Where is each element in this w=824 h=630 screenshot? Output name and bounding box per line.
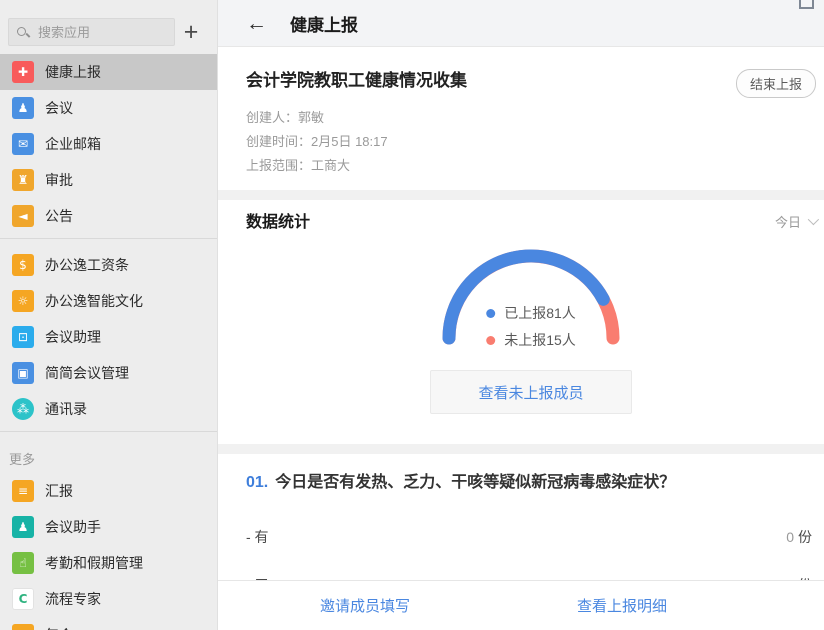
sidebar-item-meeting[interactable]: ♟ 会议 — [0, 90, 217, 126]
banner-icon: ▭ — [12, 624, 34, 630]
money-icon: $ — [12, 254, 34, 276]
stats-section: 数据统计 今日 已上报81人 未上报15人 查看未上报 — [218, 200, 824, 444]
sidebar-item-label: 简简会议管理 — [45, 363, 129, 383]
legend-row: 未上报15人 — [486, 330, 576, 350]
answer-options: - 有 0份 - 无 81份 — [246, 528, 812, 580]
answer-option-row: - 有 0份 — [246, 528, 812, 546]
sidebar-item-corp-mail[interactable]: ✉ 企业邮箱 — [0, 126, 217, 162]
bottom-action-bar: 邀请成员填写 查看上报明细 — [218, 580, 824, 630]
contacts-icon: ⁂ — [12, 398, 34, 420]
sidebar-item-label: 企业邮箱 — [45, 134, 101, 154]
sidebar-item-process-expert[interactable]: C 流程专家 — [0, 581, 217, 617]
sidebar-item-label: 流程专家 — [45, 589, 101, 609]
option-count: 0份 — [786, 528, 812, 546]
chevron-down-icon — [808, 214, 819, 225]
sidebar-item-label: 会议助手 — [45, 517, 101, 537]
main-panel: ← 健康上报 会计学院教职工健康情况收集 结束上报 创建人：郭敏 创建时间：2月… — [218, 0, 824, 630]
question-number: 01. — [246, 474, 268, 491]
sidebar-item-report[interactable]: ≡ 汇报 — [0, 473, 217, 509]
sidebar-search-row: + — [0, 0, 217, 54]
question-title: 01. 今日是否有发热、乏力、干咳等疑似新冠病毒感染症状？ — [246, 472, 812, 494]
legend-row: 已上报81人 — [486, 303, 576, 323]
date-filter-value: 今日 — [775, 212, 801, 234]
view-unreported-button[interactable]: 查看未上报成员 — [430, 370, 632, 414]
sidebar-item-contacts[interactable]: ⁂ 通讯录 — [0, 391, 217, 427]
stamp-icon: ♜ — [12, 169, 34, 191]
back-arrow-icon[interactable]: ← — [246, 13, 267, 34]
date-filter-dropdown[interactable]: 今日 — [775, 212, 816, 234]
page-title: 健康上报 — [290, 11, 358, 36]
screen-icon: ⊡ — [12, 326, 34, 348]
briefcase-icon: ▣ — [12, 362, 34, 384]
section-divider — [218, 190, 824, 200]
hand-icon: ☝ — [12, 552, 34, 574]
sidebar-item-label: 会议助理 — [45, 327, 101, 347]
sidebar-item-label: 考勤和假期管理 — [45, 553, 143, 573]
legend-text: 未上报15人 — [504, 330, 576, 350]
letter-c-icon: C — [12, 588, 34, 610]
gauge-legend: 已上报81人 未上报15人 — [486, 296, 576, 350]
legend-text: 已上报81人 — [504, 303, 576, 323]
sidebar-item-meeting-helper[interactable]: ♟ 会议助手 — [0, 509, 217, 545]
stats-title: 数据统计 — [246, 212, 310, 234]
report-title: 会计学院教职工健康情况收集 — [246, 69, 467, 93]
window-restore-icon[interactable] — [799, 0, 814, 9]
app-window: + ✚ 健康上报 ♟ 会议 ✉ 企业邮箱 ♜ 审批 ◄ 公告 $ 办公逸工资条 … — [0, 0, 824, 630]
option-label: - 有 — [246, 528, 269, 546]
legend-dot-icon — [486, 309, 495, 318]
legend-dot-icon — [486, 336, 495, 345]
team-icon: ♟ — [12, 516, 34, 538]
question-text: 今日是否有发热、乏力、干咳等疑似新冠病毒感染症状？ — [275, 474, 675, 491]
sidebar-item-label: 审批 — [45, 170, 73, 190]
report-info-section: 会计学院教职工健康情况收集 结束上报 创建人：郭敏 创建时间：2月5日 18:1… — [218, 47, 824, 190]
search-app-box[interactable] — [8, 18, 175, 46]
sidebar-item-label: 年会 — [45, 625, 73, 630]
sidebar-item-approval[interactable]: ♜ 审批 — [0, 162, 217, 198]
report-meta: 创建人：郭敏 创建时间：2月5日 18:17 上报范围：工商大 — [246, 106, 816, 178]
sidebar-item-label: 办公逸工资条 — [45, 255, 129, 275]
scroll-content: 会计学院教职工健康情况收集 结束上报 创建人：郭敏 创建时间：2月5日 18:1… — [218, 47, 824, 580]
mail-icon: ✉ — [12, 133, 34, 155]
sidebar: + ✚ 健康上报 ♟ 会议 ✉ 企业邮箱 ♜ 审批 ◄ 公告 $ 办公逸工资条 … — [0, 0, 218, 630]
sidebar-item-label: 会议 — [45, 98, 73, 118]
page-header: ← 健康上报 — [218, 0, 824, 47]
question-section: 01. 今日是否有发热、乏力、干咳等疑似新冠病毒感染症状？ - 有 0份 - 无 … — [218, 454, 824, 580]
sidebar-item-label: 公告 — [45, 206, 73, 226]
sidebar-item-health-report[interactable]: ✚ 健康上报 — [0, 54, 217, 90]
end-report-button[interactable]: 结束上报 — [736, 69, 816, 98]
sidebar-divider — [0, 238, 217, 239]
invite-members-link[interactable]: 邀请成员填写 — [320, 595, 410, 616]
sidebar-section-label: 更多 — [0, 440, 217, 473]
doc-lines-icon: ≡ — [12, 480, 34, 502]
view-report-detail-link[interactable]: 查看上报明细 — [577, 595, 667, 616]
sidebar-item-meeting-management[interactable]: ▣ 简简会议管理 — [0, 355, 217, 391]
sidebar-item-label: 汇报 — [45, 481, 73, 501]
sidebar-divider — [0, 431, 217, 432]
meta-line: 上报范围：工商大 — [246, 154, 816, 178]
search-input[interactable] — [36, 24, 174, 41]
sidebar-item-salary-slip[interactable]: $ 办公逸工资条 — [0, 247, 217, 283]
people-icon: ♟ — [12, 97, 34, 119]
sidebar-item-label: 通讯录 — [45, 399, 87, 419]
sidebar-item-label: 健康上报 — [45, 62, 101, 82]
section-divider — [218, 444, 824, 454]
gauge-chart: 已上报81人 未上报15人 — [436, 242, 626, 351]
bulb-icon: ☼ — [12, 290, 34, 312]
meta-line: 创建时间：2月5日 18:17 — [246, 130, 816, 154]
search-icon — [17, 26, 30, 39]
clipboard-plus-icon: ✚ — [12, 61, 34, 83]
megaphone-icon: ◄ — [12, 205, 34, 227]
sidebar-item-smart-culture[interactable]: ☼ 办公逸智能文化 — [0, 283, 217, 319]
sidebar-item-annual-meeting[interactable]: ▭ 年会 — [0, 617, 217, 630]
app-list: ✚ 健康上报 ♟ 会议 ✉ 企业邮箱 ♜ 审批 ◄ 公告 $ 办公逸工资条 ☼ … — [0, 54, 217, 630]
sidebar-item-label: 办公逸智能文化 — [45, 291, 143, 311]
sidebar-item-announcement[interactable]: ◄ 公告 — [0, 198, 217, 234]
meta-line: 创建人：郭敏 — [246, 106, 816, 130]
sidebar-item-attendance-leave[interactable]: ☝ 考勤和假期管理 — [0, 545, 217, 581]
add-app-button[interactable]: + — [175, 19, 207, 45]
sidebar-item-meeting-assistant[interactable]: ⊡ 会议助理 — [0, 319, 217, 355]
